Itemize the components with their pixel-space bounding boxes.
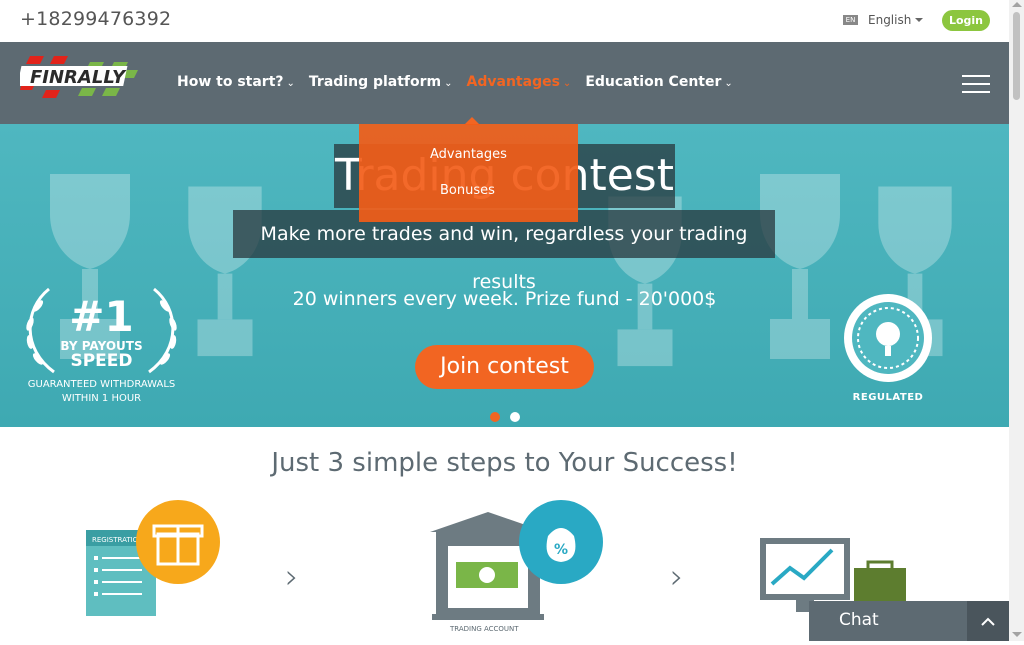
registration-label: REGISTRATION bbox=[92, 536, 143, 544]
chat-label: Chat bbox=[839, 610, 879, 630]
scrollbar-thumb[interactable] bbox=[1013, 12, 1020, 100]
nav-item-education-center[interactable]: Education Center ⌄ bbox=[585, 74, 732, 90]
trading-account-step-icon: TRADING ACCOUNT % bbox=[430, 500, 603, 633]
badge-speed: SPEED bbox=[70, 351, 133, 371]
nav-item-trading-platform[interactable]: Trading platform ⌄ bbox=[309, 74, 453, 90]
dropdown-item-advantages[interactable]: Advantages bbox=[430, 147, 507, 162]
language-selector[interactable]: EN English bbox=[843, 13, 924, 27]
chevron-down-icon: ⌄ bbox=[562, 78, 572, 89]
payout-speed-badge: #1 BY PAYOUTS SPEED GUARANTEED WITHDRAWA… bbox=[14, 284, 189, 409]
language-label: English bbox=[868, 13, 912, 27]
badge-guarantee-line1: GUARANTEED WITHDRAWALS bbox=[27, 379, 176, 390]
chevron-down-icon: ⌄ bbox=[444, 78, 453, 89]
nav-item-label: Trading platform bbox=[308, 74, 442, 90]
logo-text: FINRALLY bbox=[30, 67, 127, 88]
nav-item-label: Advantages bbox=[466, 74, 560, 90]
regulated-seal-icon bbox=[844, 294, 932, 382]
slider-dot-1[interactable] bbox=[490, 412, 500, 422]
chevron-down-icon: ⌄ bbox=[286, 78, 295, 89]
scroll-up-arrow-icon[interactable] bbox=[1012, 2, 1022, 7]
steps-title: Just 3 simple steps to Your Success! bbox=[271, 448, 738, 478]
slider-dot-2[interactable] bbox=[510, 412, 520, 422]
top-bar: +18299476392 EN English Login bbox=[0, 0, 1009, 42]
badge-number: #1 bbox=[69, 292, 134, 341]
chat-widget[interactable]: Chat bbox=[809, 601, 1009, 641]
advantages-dropdown: Advantages Bonuses bbox=[359, 124, 578, 222]
registration-step-icon: REGISTRATION bbox=[86, 500, 220, 616]
chevron-down-icon: ⌄ bbox=[724, 78, 733, 89]
step-arrow-right-icon: › bbox=[670, 557, 684, 597]
nav-item-label: How to start? bbox=[177, 74, 284, 90]
chat-toggle-button[interactable] bbox=[967, 601, 1009, 641]
svg-text:%: % bbox=[554, 542, 568, 558]
hamburger-menu-icon[interactable] bbox=[962, 75, 990, 93]
badge-guarantee-line2: WITHIN 1 HOUR bbox=[61, 393, 142, 404]
regulated-label: REGULATED bbox=[852, 392, 924, 403]
main-nav: FINRALLY How to start? ⌄ Trading platform… bbox=[0, 42, 1009, 124]
trading-account-label: TRADING ACCOUNT bbox=[449, 625, 519, 633]
nav-menu: How to start? ⌄ Trading platform ⌄ Advanta… bbox=[177, 74, 747, 90]
nav-item-label: Education Center bbox=[585, 74, 722, 90]
join-contest-button[interactable]: Join contest bbox=[415, 345, 594, 389]
nav-item-how-to-start[interactable]: How to start? ⌄ bbox=[177, 74, 295, 90]
login-button[interactable]: Login bbox=[942, 10, 990, 31]
slider-dots bbox=[490, 412, 520, 422]
step-arrow-right-icon: › bbox=[285, 557, 299, 597]
chevron-up-icon bbox=[981, 617, 995, 626]
phone-number[interactable]: +18299476392 bbox=[20, 8, 171, 30]
finrally-logo[interactable]: FINRALLY bbox=[20, 54, 140, 100]
flag-icon: EN bbox=[843, 15, 858, 25]
nav-item-advantages[interactable]: Advantages ⌄ bbox=[467, 74, 572, 90]
dropdown-item-bonuses[interactable]: Bonuses bbox=[440, 183, 495, 198]
scroll-down-arrow-icon[interactable] bbox=[1012, 632, 1022, 637]
caret-down-icon bbox=[915, 18, 924, 22]
